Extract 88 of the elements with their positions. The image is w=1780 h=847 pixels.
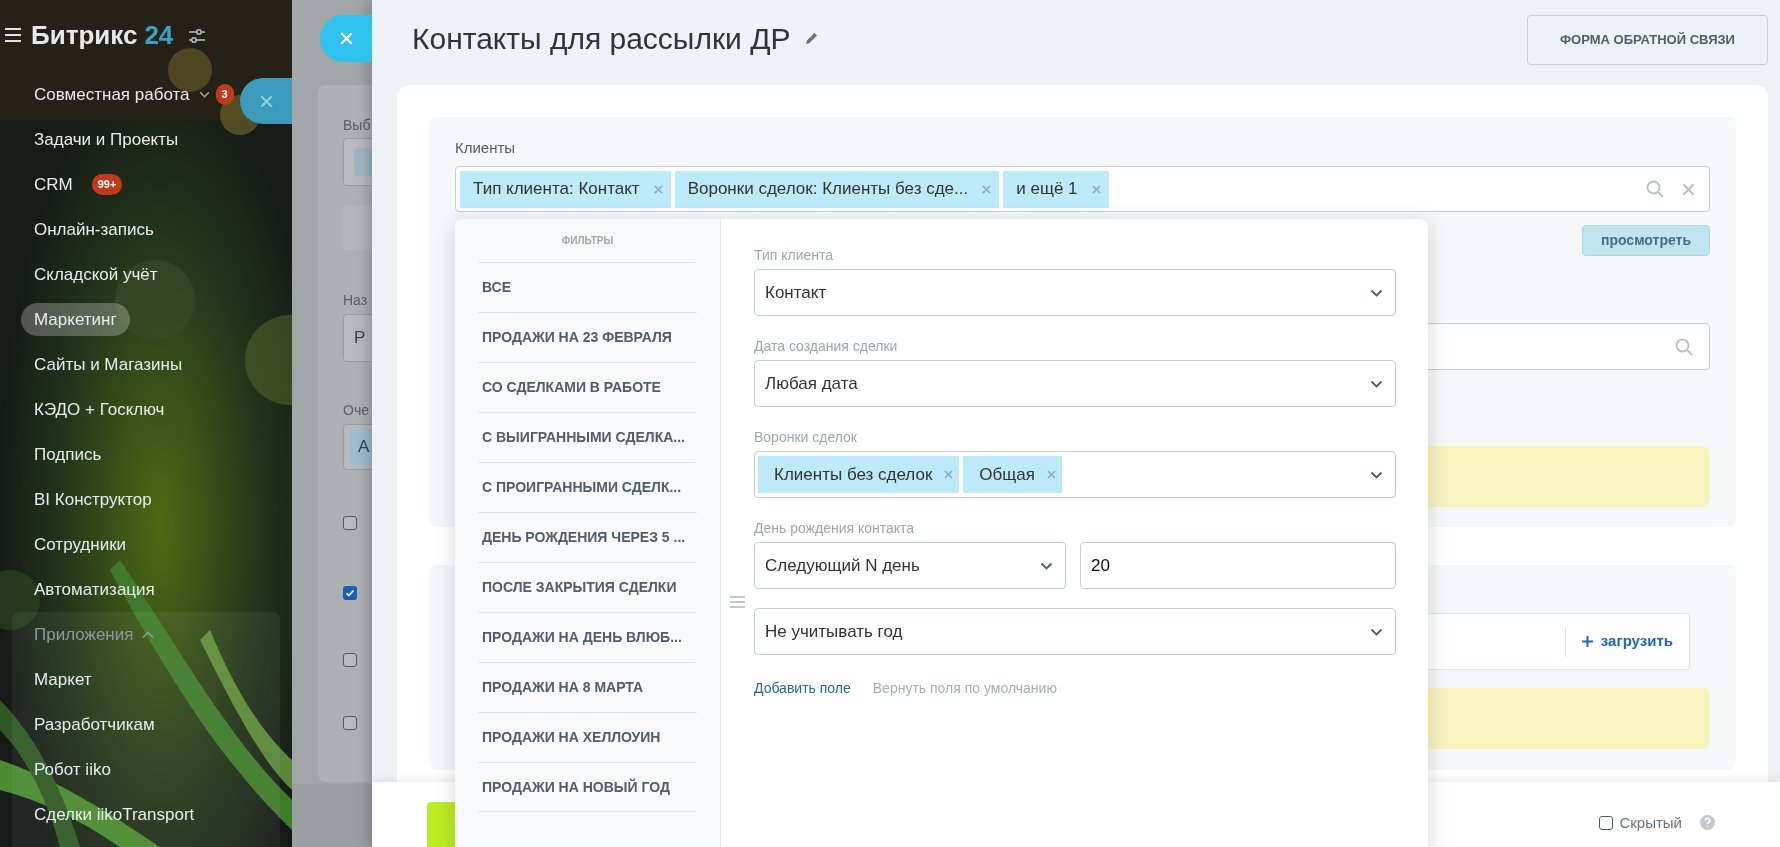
filter-preset[interactable]: ПРОДАЖИ НА ДЕНЬ ВЛЮБ... — [478, 612, 697, 662]
filter-preset[interactable]: ПРОДАЖИ НА 23 ФЕВРАЛЯ — [478, 312, 697, 362]
filter-preset[interactable]: ПРОДАЖИ НА НОВЫЙ ГОД — [478, 762, 697, 812]
filter-preset[interactable]: С ВЫИГРАННЫМИ СДЕЛКА... — [478, 412, 697, 462]
tag-text: Общая — [979, 463, 1035, 486]
checkbox-label: Скрытый — [1619, 812, 1682, 833]
checkbox[interactable] — [1599, 815, 1614, 830]
field-label: Оче — [343, 401, 370, 420]
menu-item[interactable]: Маркет — [21, 662, 105, 697]
menu-item[interactable]: Маркетинг — [21, 302, 130, 337]
remove-icon[interactable] — [944, 470, 954, 479]
checkbox[interactable] — [343, 516, 357, 530]
logo-text: Битрикс — [31, 19, 138, 52]
chevron-down-icon — [1040, 561, 1053, 570]
feedback-button[interactable]: ФОРМА ОБРАТНОЙ СВЯЗИ — [1527, 15, 1768, 65]
pencil-icon[interactable] — [804, 32, 818, 45]
remove-icon[interactable] — [653, 184, 663, 194]
select-field[interactable]: Следующий N день — [754, 542, 1066, 589]
section-heading: ФИЛЬТРЫ — [560, 234, 615, 248]
tag-field[interactable]: Клиенты без сделок Общая — [754, 451, 1396, 498]
search-icon[interactable] — [1646, 180, 1664, 198]
tag-text: Воронки сделок: Клиенты без сде... — [687, 178, 969, 201]
tag-field[interactable]: Тип клиента: Контакт Воронки сделок: Клиенты без сде... и ещё 1 — [455, 166, 1710, 212]
select-field[interactable]: Не учитывать год — [754, 608, 1396, 655]
chevron-down-icon — [1370, 627, 1383, 636]
page-title: Контакты для рассылки ДР — [412, 21, 791, 57]
close-button[interactable] — [240, 78, 292, 124]
add-field-link[interactable]: Добавить поле — [754, 678, 851, 699]
settings-icon[interactable] — [189, 29, 206, 43]
filter-preset[interactable]: ДЕНЬ РОЖДЕНИЯ ЧЕРЕЗ 5 ... — [478, 512, 697, 562]
input-field[interactable]: Р — [343, 314, 372, 362]
select-field[interactable]: Контакт — [754, 269, 1396, 316]
menu-item[interactable]: Приложения — [21, 617, 147, 652]
field-label: Тип клиента — [754, 246, 835, 265]
menu-item[interactable]: Разработчикам — [21, 707, 168, 742]
plus-icon — [1581, 636, 1593, 647]
filter-preset[interactable]: С ПРОИГРАННЫМИ СДЕЛК... — [478, 462, 697, 512]
chevron-down-icon — [1370, 379, 1383, 388]
filter-preset[interactable]: СО СДЕЛКАМИ В РАБОТЕ — [478, 362, 697, 412]
chevron-down-icon — [1370, 470, 1383, 479]
remove-icon[interactable] — [1046, 470, 1056, 479]
field-label: Выб — [343, 116, 372, 135]
checkbox[interactable] — [343, 653, 357, 667]
menu-item[interactable]: BI Конструктор — [21, 482, 165, 517]
search-icon — [1675, 337, 1693, 356]
field-label: Дата создания сделки — [754, 337, 899, 356]
tag-text: Клиенты без сделок — [774, 463, 933, 486]
menu-item[interactable]: Онлайн-запись — [21, 212, 167, 247]
menu-item[interactable]: КЭДО + Госключ — [21, 392, 178, 427]
tag-chip: А — [350, 429, 372, 465]
clear-icon[interactable] — [1682, 182, 1695, 196]
field-label: Воронки сделок — [754, 428, 858, 447]
filter-preset[interactable]: ПОСЛЕ ЗАКРЫТИЯ СДЕЛКИ — [478, 562, 697, 612]
tag-text: и ещё 1 — [1016, 178, 1078, 201]
menu-item[interactable]: Сделки iikoTransport — [21, 797, 208, 832]
drag-handle-icon[interactable] — [730, 596, 745, 608]
tag-text: Тип клиента: Контакт — [473, 178, 640, 201]
menu-icon[interactable] — [5, 28, 21, 42]
remove-icon[interactable] — [1091, 184, 1101, 194]
menu-item[interactable]: Автоматизация — [21, 572, 168, 607]
chevron-down-icon — [1370, 288, 1383, 297]
close-icon — [339, 32, 353, 45]
close-icon — [259, 94, 273, 108]
menu-item[interactable]: Подпись — [21, 437, 115, 472]
menu-item[interactable]: Робот iiko — [21, 752, 124, 787]
filter-preset[interactable]: ПРОДАЖИ НА 8 МАРТА — [478, 662, 697, 712]
checkmark-icon — [345, 588, 355, 598]
preview-button[interactable]: просмотреть — [1582, 225, 1710, 256]
menu-item[interactable]: CRM — [21, 167, 86, 202]
upload-button[interactable]: загрузить — [1565, 630, 1689, 653]
input-field[interactable]: А — [343, 424, 372, 470]
menu-item[interactable]: Сайты и Магазины — [21, 347, 196, 382]
input-field[interactable]: 20 — [1080, 542, 1396, 589]
filter-preset[interactable]: ВСЕ — [478, 262, 697, 312]
field-label: Клиенты — [455, 138, 517, 158]
filter-preset[interactable]: ПРОДАЖИ НА ХЕЛЛОУИН — [478, 712, 697, 762]
menu-item[interactable]: Сотрудники — [21, 527, 140, 562]
checkbox[interactable] — [343, 586, 357, 600]
help-icon[interactable] — [1700, 815, 1715, 831]
menu-item[interactable]: Совместная работа — [21, 77, 203, 112]
menu-item[interactable]: Задачи и Проекты — [21, 122, 192, 157]
menu-item[interactable]: Складской учёт — [21, 257, 171, 292]
logo-number: 24 — [144, 19, 174, 52]
field-label: Наз — [343, 291, 369, 310]
checkbox[interactable] — [343, 716, 357, 730]
field-label: День рождения контакта — [754, 519, 916, 538]
select-field[interactable]: Любая дата — [754, 360, 1396, 407]
remove-icon[interactable] — [982, 184, 992, 194]
